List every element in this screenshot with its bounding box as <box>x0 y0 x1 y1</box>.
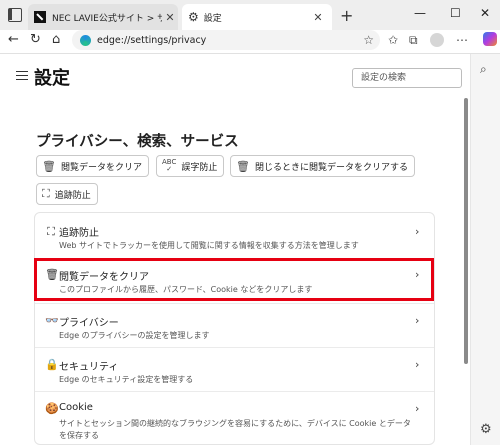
edge-sidebar: ⌕ ⚙ <box>470 54 500 445</box>
chevron-right-icon: › <box>415 402 420 415</box>
chevron-right-icon: › <box>415 225 420 238</box>
tracking-prevention-quick-button[interactable]: ⛶ 追跡防止 <box>36 183 98 205</box>
list-item-security[interactable]: 🔒 セキュリティ Edge のセキュリティ設定を管理する › <box>35 348 434 391</box>
copilot-icon[interactable] <box>483 32 497 46</box>
abc-spell-icon: ABC ✓ <box>162 158 177 173</box>
tracking-prevention-icon: ⛶ <box>47 225 55 238</box>
list-item-desc: Edge のプライバシーの設定を管理します <box>59 331 210 340</box>
page-title: 設定 <box>34 68 70 89</box>
more-menu-icon[interactable]: ⋯ <box>456 33 468 47</box>
chevron-right-icon: › <box>415 358 420 371</box>
lock-icon: 🔒 <box>45 358 59 371</box>
scroll-thumb[interactable] <box>464 98 468 364</box>
tracking-prevention-icon: ⛶ <box>42 187 50 200</box>
collections-icon[interactable]: ⧉ <box>409 33 418 48</box>
url-text: edge://settings/privacy <box>97 34 207 46</box>
cookie-icon: 🍪 <box>45 402 59 415</box>
list-item-desc-cont: を保存する <box>59 431 99 440</box>
maximize-button[interactable]: ☐ <box>450 6 461 20</box>
new-tab-button[interactable]: + <box>340 6 353 25</box>
avatar[interactable] <box>430 33 444 47</box>
button-label: 追跡防止 <box>54 190 91 201</box>
button-label: 閉じるときに閲覧データをクリアする <box>254 162 408 173</box>
title-bar: NEC LAVIE公式サイト > サービス&サ ✕ ⚙ 設定 ✕ + — ☐ ✕ <box>0 0 500 30</box>
home-icon[interactable]: ⌂ <box>52 32 60 47</box>
refresh-icon[interactable]: ↻ <box>30 32 41 47</box>
list-item-title: プライバシー <box>59 318 119 329</box>
clear-on-close-quick-button[interactable]: 🗑 閉じるときに閲覧データをクリアする <box>230 155 415 177</box>
settings-list: ⛶ 追跡防止 Web サイトでトラッカーを使用して閲覧に関する情報を収集する方法… <box>34 212 435 445</box>
clear-browsing-data-quick-button[interactable]: 🗑 閲覧データをクリア <box>36 155 149 177</box>
settings-search-input[interactable] <box>352 68 462 88</box>
favorite-star-icon[interactable]: ☆ <box>363 33 374 47</box>
nec-favicon-icon <box>34 11 46 23</box>
back-arrow-icon[interactable]: ← <box>8 32 19 47</box>
gear-icon: ⚙ <box>188 10 199 24</box>
minimize-button[interactable]: — <box>414 6 426 20</box>
list-item-title: セキュリティ <box>59 362 119 373</box>
hamburger-menu-icon[interactable] <box>16 71 28 80</box>
trash-clock-icon: 🗑 <box>236 159 250 173</box>
tab-close-icon[interactable]: ✕ <box>310 11 326 24</box>
sidebar-settings-gear-icon[interactable]: ⚙ <box>480 422 492 437</box>
favorites-icon[interactable]: ✩ <box>388 33 398 47</box>
list-item-desc: Edge のセキュリティ設定を管理する <box>59 375 194 384</box>
scrollbar[interactable] <box>464 98 469 445</box>
list-item-tracking-prevention[interactable]: ⛶ 追跡防止 Web サイトでトラッカーを使用して閲覧に関する情報を収集する方法… <box>35 213 434 258</box>
tab-close-icon[interactable]: ✕ <box>162 11 178 24</box>
list-item-title: 追跡防止 <box>59 228 99 239</box>
tab-title: NEC LAVIE公式サイト > サービス&サ <box>52 13 162 24</box>
settings-header: 設定 <box>0 54 470 98</box>
chevron-right-icon: › <box>415 314 420 327</box>
tab-nec[interactable]: NEC LAVIE公式サイト > サービス&サ ✕ <box>28 4 178 30</box>
list-item-cookie[interactable]: 🍪 Cookie サイトとセッション間の継続的なブラウジングを容易にするために、… <box>35 392 434 444</box>
search-icon[interactable]: ⌕ <box>480 62 487 77</box>
edge-logo-icon <box>80 34 91 46</box>
close-window-button[interactable]: ✕ <box>480 6 490 20</box>
privacy-glasses-icon: 👓 <box>45 314 59 327</box>
trash-icon: 🗑 <box>42 159 56 173</box>
highlight-box <box>34 258 434 301</box>
address-bar[interactable]: edge://settings/privacy ☆ <box>72 30 380 50</box>
list-item-desc: Web サイトでトラッカーを使用して閲覧に関する情報を収集する方法を管理します <box>59 241 359 250</box>
button-label: 誤字防止 <box>181 162 218 173</box>
list-item-title: Cookie <box>59 402 93 413</box>
list-item-desc: サイトとセッション間の継続的なブラウジングを容易にするために、デバイスに Coo… <box>59 419 411 428</box>
button-label: 閲覧データをクリア <box>60 162 142 173</box>
tab-settings[interactable]: ⚙ 設定 ✕ <box>182 4 332 30</box>
list-item-privacy[interactable]: 👓 プライバシー Edge のプライバシーの設定を管理します › <box>35 304 434 347</box>
section-title: プライバシー、検索、サービス <box>36 134 239 150</box>
tab-actions-icon[interactable] <box>8 8 22 22</box>
typo-protection-quick-button[interactable]: ABC ✓ 誤字防止 <box>156 155 225 177</box>
browser-toolbar: ← ↻ ⌂ edge://settings/privacy ☆ ✩ ⧉ ⋯ <box>0 30 500 50</box>
